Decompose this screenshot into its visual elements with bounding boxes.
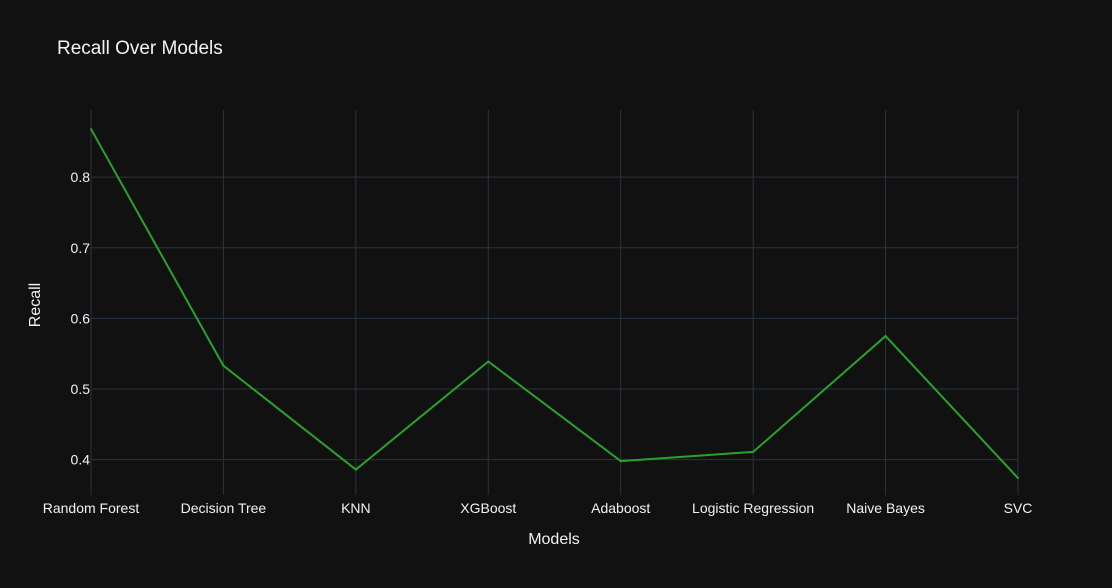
data-point[interactable]	[354, 468, 357, 471]
chart-background	[0, 0, 1112, 588]
line-chart: Random Forest Decision Tree KNN XGBoost Adab…	[0, 0, 1112, 588]
x-tick-label: Adaboost	[591, 500, 650, 516]
y-tick-label: 0.4	[71, 452, 91, 468]
x-tick-label: Logistic Regression	[692, 500, 814, 516]
data-point[interactable]	[884, 335, 887, 338]
chart-title: Recall Over Models	[57, 38, 223, 59]
x-axis-title: Models	[528, 531, 580, 548]
x-tick-label: KNN	[341, 500, 371, 516]
chart-container: Random Forest Decision Tree KNN XGBoost Adab…	[0, 0, 1112, 588]
y-tick-label: 0.5	[71, 381, 91, 397]
data-point[interactable]	[1017, 477, 1019, 480]
x-tick-label: SVC	[1004, 500, 1033, 516]
y-tick-label: 0.8	[71, 169, 91, 185]
x-tick-label: Random Forest	[43, 500, 140, 516]
y-tick-label: 0.7	[71, 240, 91, 256]
data-point[interactable]	[752, 450, 755, 453]
x-tick-label: XGBoost	[460, 500, 516, 516]
y-axis-title: Recall	[27, 283, 44, 327]
x-tick-label: Naive Bayes	[846, 500, 925, 516]
data-point[interactable]	[619, 460, 622, 463]
x-tick-label: Decision Tree	[181, 500, 267, 516]
data-point[interactable]	[90, 128, 92, 131]
y-tick-label: 0.6	[71, 310, 91, 326]
data-point[interactable]	[487, 360, 490, 363]
data-point[interactable]	[222, 364, 225, 367]
